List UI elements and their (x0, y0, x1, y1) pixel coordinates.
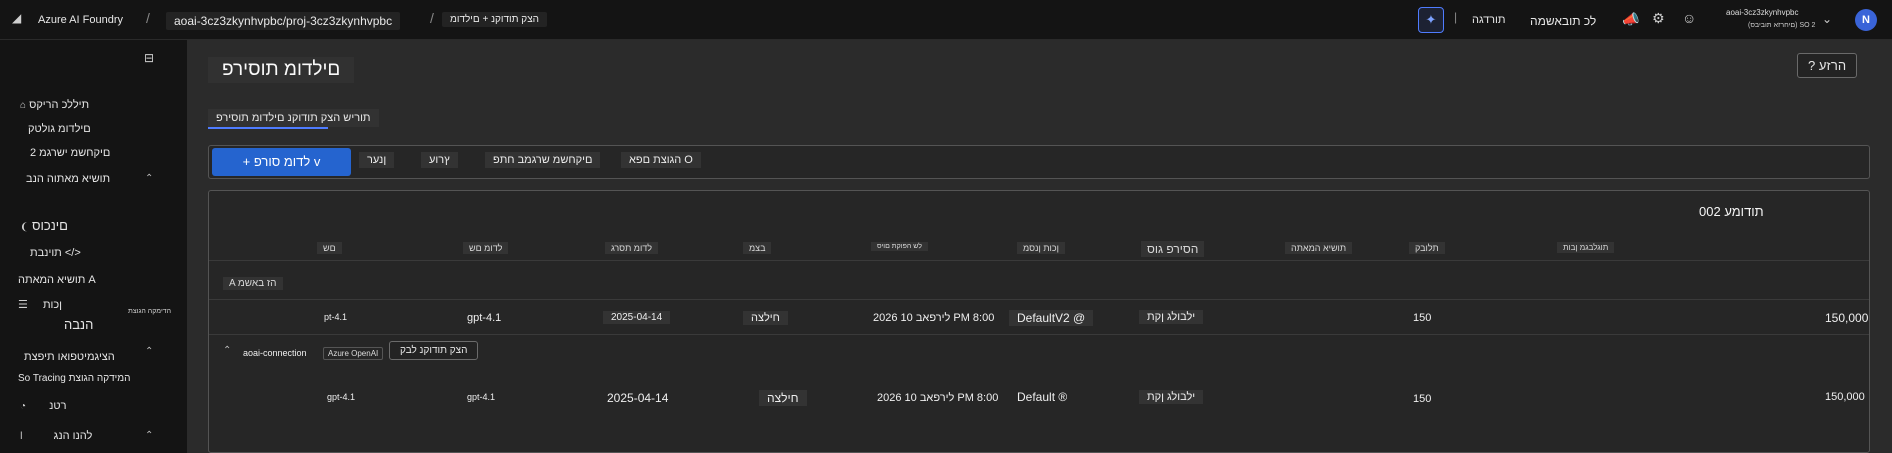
deployment-name-link[interactable]: pt-4.1 (324, 312, 347, 322)
feedback-icon[interactable]: ☺ (1682, 11, 1696, 25)
model-version: 2025-04-14 (603, 311, 671, 324)
rate-limit-value: 150,000 (1825, 391, 1865, 403)
filter-button[interactable]: הגוצת םפא O (621, 152, 701, 168)
state-value: חילצה (743, 311, 788, 325)
row-divider (209, 299, 1869, 300)
column-header-name[interactable]: םש (317, 242, 342, 254)
copilot-icon[interactable]: ✦ (1418, 7, 1444, 33)
column-header-deployment-type[interactable]: הסירפ גוס (1141, 241, 1205, 257)
sidebar-item-playgrounds[interactable]: םיקחשמ ישרגמ 2 (30, 147, 110, 159)
sidebar-item-model-catalog[interactable]: םילדומ גולטק (28, 123, 91, 135)
connection-name: aoai-connection (243, 348, 307, 358)
protect-icon: ǀ (20, 431, 23, 442)
open-playground-button[interactable]: םיקחשמ שרגמב חתפ (485, 152, 601, 168)
state-value: חילצה (759, 390, 807, 406)
content-filter-link[interactable]: DefaultV2 @ (1009, 310, 1094, 326)
content-filter-link[interactable]: Default ® (1017, 390, 1067, 404)
toolbar: + לדומ סורפ v ןנער ץרוע םיקחשמ שרגמב חתפ… (208, 145, 1870, 179)
sidebar-item-agents[interactable]: ❨ םינכוס (20, 218, 68, 233)
model-name: gpt-4.1 (467, 392, 496, 402)
avatar[interactable]: N (1855, 9, 1877, 31)
retirement-date: לירפאב 10 2026 PM 8:00 (873, 312, 995, 324)
column-header-rate-limit[interactable]: תוגלבגמ ןבות (1557, 242, 1615, 253)
all-resources-link[interactable]: לכ תובאשמה (1530, 14, 1596, 28)
sidebar-item-build[interactable]: הנבה (64, 317, 93, 332)
gear-icon[interactable]: ⚙ (1652, 11, 1665, 25)
model-name: gpt-4.1 (467, 312, 502, 324)
breadcrumb-separator: / (146, 10, 150, 26)
deployment-name-link[interactable]: gpt-4.1 (327, 392, 355, 402)
retirement-date: לירפאב 10 2026 PM 8:00 (877, 392, 999, 404)
settings-link[interactable]: תורדגה (1472, 14, 1506, 26)
get-endpoint-button[interactable]: הצק תודוקנ לבק (389, 341, 479, 360)
column-header-capacity[interactable]: תלובק (1409, 242, 1445, 254)
column-header-retirement[interactable]: לש הפוקת םויס (871, 242, 928, 251)
refresh-button[interactable]: ןנער (359, 152, 395, 168)
collapse-sidebar-icon[interactable]: ⊟ (144, 52, 154, 64)
top-bar: ◢ Azure AI Foundry / aoai-3cz3zkynhvpbc/… (0, 0, 1892, 40)
user-name: aoai-3cz3zkynhvpbc (1726, 8, 1799, 17)
connection-type-badge: Azure OpenAI (323, 347, 384, 360)
sidebar-item-monitor[interactable]: ◔ רטנ (20, 400, 66, 412)
main-content: םילדומ תוסירפ ? הרזע תוריש הצק תודוקנ םי… (187, 40, 1892, 453)
table-row[interactable]: pt-4.1 gpt-4.1 2025-04-14 חילצה לירפאב 1… (209, 301, 1869, 335)
sidebar-item-overview[interactable]: ⌂ תיללכ הריקס (20, 99, 89, 111)
sidebar: ⊟ ⌂ תיללכ הריקס םילדומ גולטק םיקחשמ ישרג… (0, 40, 187, 453)
chevron-icon[interactable]: ⌃ (223, 345, 231, 356)
sidebar-item-tracing[interactable]: So Tracing המידקה הגוצת (18, 373, 130, 384)
reset-button[interactable]: ץרוע (421, 152, 458, 168)
deployment-type: ילבולג ןקת (1139, 310, 1204, 324)
column-header-content-filter[interactable]: ןכות ןנסמ (1017, 242, 1065, 254)
agents-icon: ❨ (20, 222, 29, 233)
azure-logo-icon: ◢ (12, 11, 22, 25)
page-breadcrumb[interactable]: הצק תודוקנ + םילדומ (442, 12, 547, 27)
count-label: תודומע 002 (1699, 204, 1764, 219)
content-icon: ☰ (18, 299, 28, 311)
project-breadcrumb[interactable]: aoai-3cz3zkynhvpbc/proj-3cz3zkynhvpbc (166, 12, 401, 30)
home-icon: ⌂ (20, 100, 27, 111)
sidebar-item-templates[interactable]: תוינבת </> (30, 247, 81, 259)
chevron-down-icon[interactable]: ⌄ (1822, 13, 1832, 25)
deployment-type: ילבולג ןקת (1139, 390, 1204, 404)
row-divider (209, 334, 1869, 335)
deploy-model-button[interactable]: + לדומ סורפ v (212, 148, 351, 176)
column-header-customization[interactable]: תושיא המאתה (1285, 242, 1353, 254)
model-version: 2025-04-14 (607, 391, 669, 405)
deployments-table: תודומע 002 םש לדומ םש לדומ תסרג בצמ לש ה… (208, 190, 1870, 453)
column-header-version[interactable]: לדומ תסרג (605, 242, 659, 254)
chevron-up-icon[interactable]: ⌃ (145, 173, 153, 184)
capacity-value: 150 (1413, 312, 1432, 324)
column-header-state[interactable]: בצמ (743, 242, 772, 254)
announcement-icon[interactable]: 📣 (1622, 12, 1639, 26)
chevron-up-icon[interactable]: ⌃ (145, 430, 153, 441)
group-header[interactable]: A הז באשמ (223, 277, 283, 290)
sidebar-section-build[interactable]: תושיא מאתוה הנב (26, 173, 110, 185)
tab-model-deployments[interactable]: תוריש הצק תודוקנ םילדומ תוסירפ (208, 109, 379, 127)
sidebar-section-protect[interactable]: ǀ להנו הנג (20, 430, 92, 442)
brand-link[interactable]: Azure AI Foundry (38, 14, 123, 26)
user-directory: (םיחרזא תוביבס) SO 2 (1748, 22, 1816, 29)
column-header-model[interactable]: לדומ םש (463, 242, 509, 254)
rate-limit-value: 150,000 (1825, 311, 1869, 325)
capacity-value: 150 (1413, 393, 1432, 405)
breadcrumb-separator: / (430, 10, 434, 26)
chevron-up-icon[interactable]: ⌃ (145, 346, 153, 357)
table-row[interactable]: gpt-4.1 gpt-4.1 2025-04-14 חילצה לירפאב … (209, 381, 1869, 415)
header-divider (209, 260, 1869, 261)
page-title: םילדומ תוסירפ (208, 57, 355, 83)
sidebar-item-fine-tuning[interactable]: תושיא המאתה A (18, 274, 96, 286)
preview-badge: הדימקה הגוצת (128, 308, 172, 315)
divider: | (1454, 10, 1458, 24)
help-button[interactable]: ? הרזע (1797, 53, 1858, 78)
sidebar-item-content[interactable]: ☰ ןכות (18, 299, 62, 311)
monitor-icon: ◔ (20, 401, 27, 412)
sidebar-section-observability[interactable]: הציגמיטפואו תיפצת (24, 351, 115, 363)
tab-active-indicator (208, 127, 328, 129)
